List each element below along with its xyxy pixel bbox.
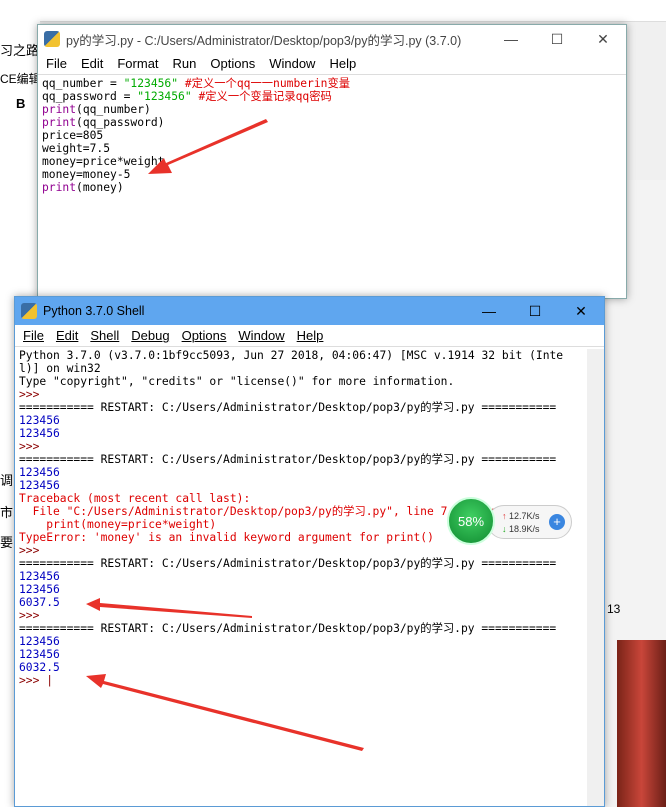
red-arrow (148, 119, 268, 174)
annotation-arrows (86, 119, 364, 751)
red-arrow (86, 674, 364, 751)
red-arrow (86, 598, 252, 618)
